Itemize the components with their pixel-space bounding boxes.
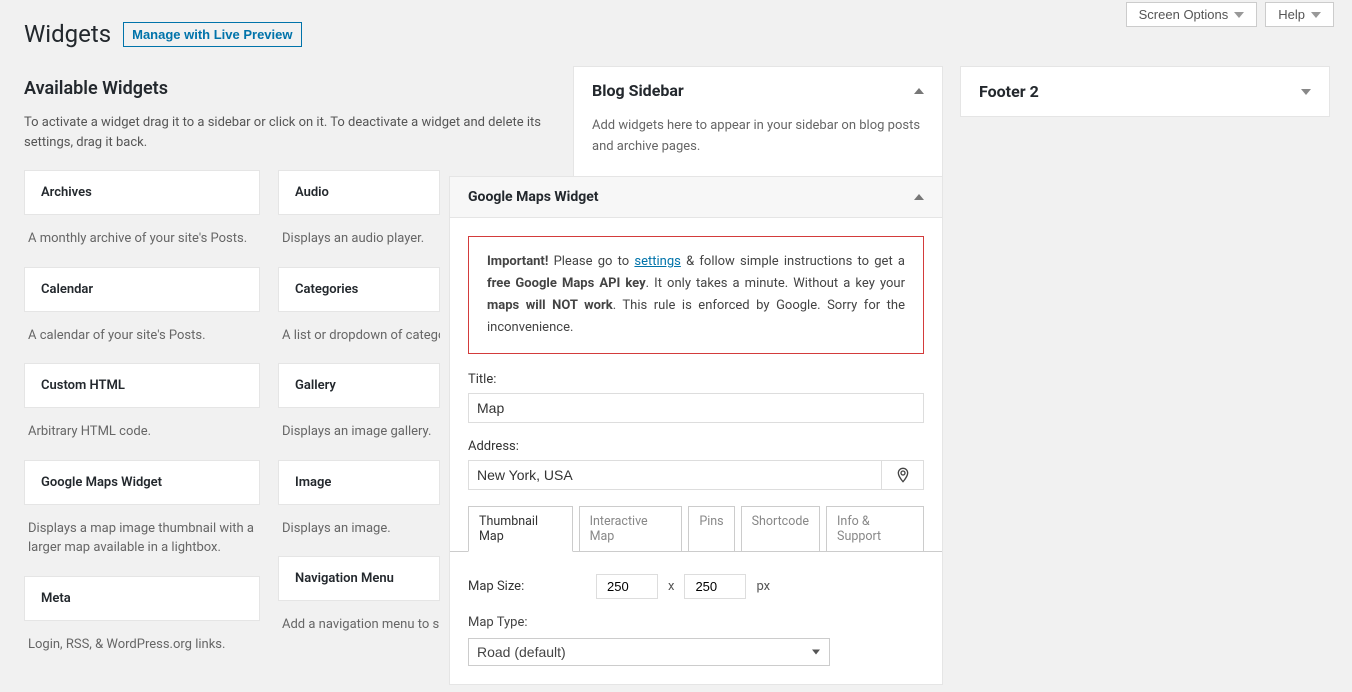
widget-custom-html-desc: Arbitrary HTML code. — [24, 408, 260, 460]
widget-meta-desc: Login, RSS, & WordPress.org links. — [24, 621, 260, 673]
help-label: Help — [1278, 7, 1305, 22]
size-unit: px — [756, 579, 770, 594]
blog-sidebar-panel: Blog Sidebar Add widgets here to appear … — [573, 66, 943, 177]
map-pin-icon — [895, 465, 911, 485]
available-widgets-desc: To activate a widget drag it to a sideba… — [24, 113, 548, 152]
map-height-input[interactable] — [684, 574, 746, 599]
map-type-label: Map Type: — [468, 615, 924, 630]
chevron-up-icon — [914, 88, 924, 94]
map-size-label: Map Size: — [468, 579, 586, 594]
footer-2-panel[interactable]: Footer 2 — [960, 66, 1330, 117]
api-key-notice: Important! Please go to settings & follo… — [468, 236, 924, 354]
widget-meta[interactable]: Meta — [24, 576, 260, 621]
widget-navigation-menu[interactable]: Navigation Menu — [278, 556, 440, 601]
widget-categories-desc: A list or dropdown of categories. — [278, 312, 440, 364]
address-field-label: Address: — [468, 439, 924, 454]
page-title: Widgets — [24, 20, 111, 48]
widget-custom-html[interactable]: Custom HTML — [24, 363, 260, 408]
available-widgets-heading: Available Widgets — [24, 78, 548, 99]
widget-archives-desc: A monthly archive of your site's Posts. — [24, 215, 260, 267]
widget-google-maps[interactable]: Google Maps Widget — [24, 460, 260, 505]
chevron-down-icon — [1311, 12, 1321, 18]
tab-pins[interactable]: Pins — [688, 506, 734, 552]
notice-important: Important! — [487, 254, 548, 269]
map-type-select[interactable]: Road (default) — [468, 638, 830, 666]
google-maps-widget-panel: Google Maps Widget Important! Please go … — [449, 176, 943, 685]
blog-sidebar-head[interactable]: Blog Sidebar — [574, 67, 942, 114]
widget-archives[interactable]: Archives — [24, 170, 260, 215]
notice-text: Please go to — [548, 254, 634, 269]
notice-not-work: maps will NOT work — [487, 298, 613, 313]
widget-categories[interactable]: Categories — [278, 267, 440, 312]
widget-navigation-menu-desc: Add a navigation menu to sidebar. — [278, 601, 440, 653]
widget-calendar-desc: A calendar of your site's Posts. — [24, 312, 260, 364]
map-width-input[interactable] — [596, 574, 658, 599]
blog-sidebar-title: Blog Sidebar — [592, 81, 684, 100]
notice-text: & follow simple instructions to get a — [681, 254, 905, 269]
google-maps-widget-title: Google Maps Widget — [468, 189, 599, 205]
size-separator: x — [668, 579, 674, 594]
tab-thumbnail-map[interactable]: Thumbnail Map — [468, 506, 573, 552]
title-input[interactable] — [468, 393, 924, 423]
widget-gallery[interactable]: Gallery — [278, 363, 440, 408]
notice-api-key: free Google Maps API key — [487, 276, 646, 291]
footer-2-title: Footer 2 — [979, 82, 1039, 101]
chevron-up-icon — [914, 194, 924, 200]
settings-link[interactable]: settings — [634, 254, 680, 269]
notice-text: . It only takes a minute. Without a key … — [646, 276, 905, 291]
widget-audio[interactable]: Audio — [278, 170, 440, 215]
manage-live-preview-button[interactable]: Manage with Live Preview — [123, 22, 301, 47]
chevron-down-icon — [1301, 89, 1311, 95]
widget-image-desc: Displays an image. — [278, 505, 440, 557]
locate-button[interactable] — [882, 460, 924, 490]
widget-audio-desc: Displays an audio player. — [278, 215, 440, 267]
widget-tabs: Thumbnail Map Interactive Map Pins Short… — [468, 506, 924, 551]
widget-calendar[interactable]: Calendar — [24, 267, 260, 312]
screen-options-label: Screen Options — [1139, 7, 1229, 22]
tab-interactive-map[interactable]: Interactive Map — [579, 506, 683, 552]
widget-gallery-desc: Displays an image gallery. — [278, 408, 440, 460]
address-input[interactable] — [468, 460, 882, 490]
widget-google-maps-desc: Displays a map image thumbnail with a la… — [24, 505, 260, 576]
google-maps-widget-head[interactable]: Google Maps Widget — [450, 177, 942, 218]
widget-image[interactable]: Image — [278, 460, 440, 505]
blog-sidebar-desc: Add widgets here to appear in your sideb… — [574, 114, 942, 176]
tab-shortcode[interactable]: Shortcode — [741, 506, 820, 552]
help-button[interactable]: Help — [1265, 2, 1334, 27]
tab-info-support[interactable]: Info & Support — [826, 506, 924, 552]
screen-options-button[interactable]: Screen Options — [1126, 2, 1258, 27]
title-field-label: Title: — [468, 372, 924, 387]
chevron-down-icon — [1234, 12, 1244, 18]
